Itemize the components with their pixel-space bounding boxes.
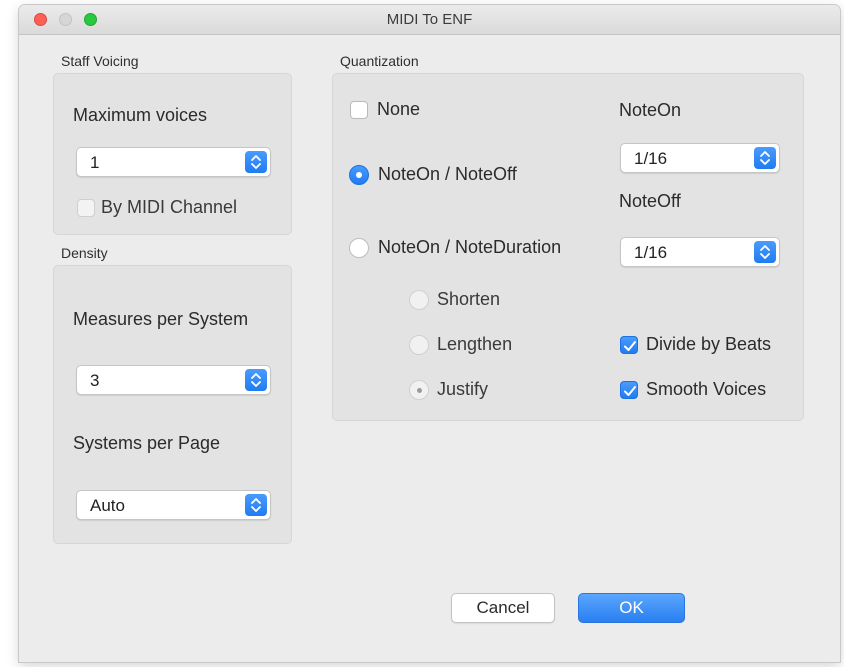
noteoff-value: 1/16 bbox=[634, 243, 668, 262]
measures-per-system-popup[interactable]: 3 bbox=[76, 365, 271, 395]
noteon-noteduration-label: NoteOn / NoteDuration bbox=[378, 237, 562, 257]
smooth-voices-checkbox[interactable] bbox=[620, 381, 638, 399]
by-midi-channel-checkbox[interactable] bbox=[77, 199, 95, 217]
justify-radio[interactable] bbox=[409, 380, 429, 400]
midi-to-enf-dialog: MIDI To ENF Staff Voicing Maximum voices… bbox=[19, 5, 840, 662]
maximum-voices-label: Maximum voices bbox=[73, 105, 208, 125]
checkmark-icon bbox=[624, 341, 636, 351]
radio-dot bbox=[356, 172, 362, 178]
radio-dot bbox=[417, 388, 422, 393]
noteoff-label: NoteOff bbox=[619, 191, 681, 211]
quantization-group-label: Quantization bbox=[340, 53, 419, 69]
quantization-none-label: None bbox=[377, 99, 421, 119]
screen: MIDI To ENF Staff Voicing Maximum voices… bbox=[0, 0, 844, 667]
cancel-button[interactable]: Cancel bbox=[451, 593, 555, 623]
noteon-popup[interactable]: 1/16 bbox=[620, 143, 780, 173]
divide-by-beats-label: Divide by Beats bbox=[646, 334, 772, 354]
measures-per-system-value: 3 bbox=[90, 371, 100, 390]
justify-label: Justify bbox=[437, 379, 489, 399]
chevron-up-down-icon bbox=[754, 241, 776, 263]
systems-per-page-popup[interactable]: Auto bbox=[76, 490, 271, 520]
maximum-voices-value: 1 bbox=[90, 153, 100, 172]
divide-by-beats-checkbox[interactable] bbox=[620, 336, 638, 354]
staff-voicing-group: Maximum voices 1 By MIDI Channel bbox=[53, 73, 292, 235]
smooth-voices-label: Smooth Voices bbox=[646, 379, 767, 399]
systems-per-page-label: Systems per Page bbox=[73, 433, 221, 453]
measures-per-system-label: Measures per System bbox=[73, 309, 249, 329]
noteon-value: 1/16 bbox=[634, 149, 668, 168]
systems-per-page-value: Auto bbox=[90, 496, 125, 515]
density-group: Measures per System 3 Systems per Page A… bbox=[53, 265, 292, 544]
shorten-radio[interactable] bbox=[409, 290, 429, 310]
chevron-up-down-icon bbox=[245, 494, 267, 516]
window-title: MIDI To ENF bbox=[386, 11, 473, 28]
density-group-label: Density bbox=[61, 245, 108, 261]
chevron-up-down-icon bbox=[245, 369, 267, 391]
by-midi-channel-label: By MIDI Channel bbox=[101, 197, 238, 217]
quantization-none-checkbox[interactable] bbox=[350, 101, 368, 119]
noteoff-popup[interactable]: 1/16 bbox=[620, 237, 780, 267]
lengthen-label: Lengthen bbox=[437, 334, 513, 354]
title-bar: MIDI To ENF bbox=[19, 5, 840, 35]
chevron-up-down-icon bbox=[754, 147, 776, 169]
maximum-voices-popup[interactable]: 1 bbox=[76, 147, 271, 177]
checkmark-icon bbox=[624, 386, 636, 396]
shorten-label: Shorten bbox=[437, 289, 501, 309]
quantization-group: None NoteOn / NoteOff NoteOn / NoteDurat… bbox=[332, 73, 804, 421]
ok-button[interactable]: OK bbox=[578, 593, 685, 623]
noteon-noteoff-radio[interactable] bbox=[349, 165, 369, 185]
noteon-noteduration-radio[interactable] bbox=[349, 238, 369, 258]
lengthen-radio[interactable] bbox=[409, 335, 429, 355]
noteon-label: NoteOn bbox=[619, 100, 682, 120]
chevron-up-down-icon bbox=[245, 151, 267, 173]
noteon-noteoff-label: NoteOn / NoteOff bbox=[378, 164, 517, 184]
staff-voicing-group-label: Staff Voicing bbox=[61, 53, 139, 69]
